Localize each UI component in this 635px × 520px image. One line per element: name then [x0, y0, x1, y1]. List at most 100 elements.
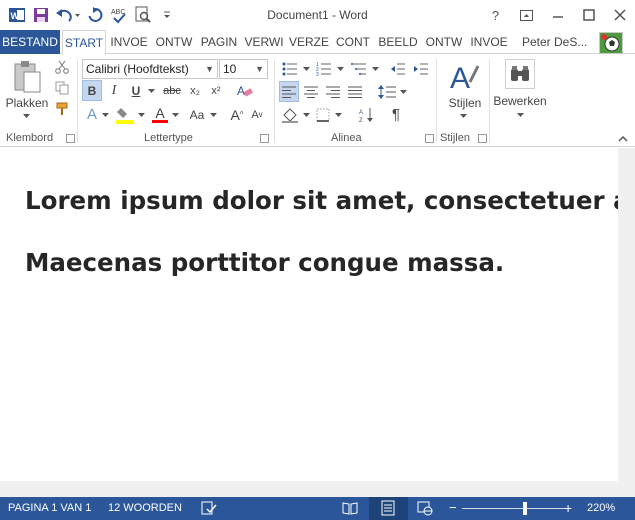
align-center-icon[interactable]: [301, 81, 321, 102]
proofing-icon[interactable]: [201, 500, 217, 519]
ribbon-tabs: BESTAND START INVOE ONTW PAGIN VERWI VER…: [0, 30, 635, 74]
avatar[interactable]: [599, 32, 623, 54]
tab-view[interactable]: BEELD: [376, 30, 420, 54]
text-effects-dropdown-icon[interactable]: [100, 104, 110, 125]
tab-references[interactable]: VERWI: [242, 30, 286, 54]
read-mode-icon[interactable]: [342, 500, 358, 519]
subscript-button[interactable]: x₂: [185, 80, 205, 101]
strikethrough-button[interactable]: abc: [160, 80, 184, 101]
font-name-value: Calibri (Hoofdtekst): [86, 62, 189, 76]
close-icon[interactable]: [604, 0, 635, 30]
shading-icon[interactable]: [279, 104, 301, 125]
print-layout-icon[interactable]: [380, 500, 396, 519]
zoom-slider[interactable]: [462, 508, 566, 509]
document-paragraph[interactable]: Maecenas porttitor congue massa.: [25, 248, 504, 277]
font-launcher-icon[interactable]: [260, 134, 269, 143]
cut-icon[interactable]: [53, 59, 71, 75]
format-painter-icon[interactable]: [53, 101, 71, 117]
word-count[interactable]: 12 WOORDEN: [108, 502, 182, 514]
tab-file[interactable]: BESTAND: [0, 30, 60, 54]
change-case-button[interactable]: Aa: [185, 104, 209, 125]
vertical-scrollbar[interactable]: [618, 148, 635, 497]
highlight-color-icon[interactable]: [114, 104, 136, 125]
web-layout-icon[interactable]: [417, 500, 433, 519]
underline-button[interactable]: U: [126, 80, 146, 101]
font-color-glyph: A: [155, 105, 165, 121]
shrink-font-label: A: [251, 108, 259, 121]
numbering-icon[interactable]: 123: [313, 59, 335, 79]
bullets-dropdown-icon[interactable]: [301, 59, 311, 79]
superscript-button[interactable]: x²: [206, 80, 226, 101]
tab-insert[interactable]: INVOE: [108, 30, 150, 54]
chevron-down-icon[interactable]: ▼: [205, 60, 214, 78]
tab-home[interactable]: START: [62, 30, 106, 55]
zoom-in-button[interactable]: +: [564, 500, 572, 516]
user-name[interactable]: Peter DeS...: [522, 30, 587, 54]
styles-button[interactable]: Stijlen: [444, 95, 486, 111]
document-paragraph[interactable]: Lorem ipsum dolor sit amet, consectetuer…: [25, 186, 618, 215]
borders-icon[interactable]: [313, 104, 333, 125]
zoom-slider-thumb[interactable]: [523, 502, 527, 515]
zoom-level[interactable]: 220%: [587, 502, 615, 514]
font-size-combobox[interactable]: 10 ▼: [219, 59, 268, 79]
align-left-icon[interactable]: [279, 81, 299, 102]
tab-mailings[interactable]: VERZE: [288, 30, 330, 54]
font-color-dropdown-icon[interactable]: [170, 104, 180, 125]
font-size-value: 10: [223, 62, 237, 76]
text-effects-button[interactable]: A: [84, 104, 100, 125]
multilevel-dropdown-icon[interactable]: [370, 59, 380, 79]
page-count[interactable]: PAGINA 1 VAN 1: [8, 502, 91, 514]
shrink-font-button[interactable]: Av: [248, 104, 266, 125]
ribbon: Plakken Klembord Calibri (Hoofdtekst) ▼ …: [0, 55, 635, 147]
editing-button[interactable]: Bewerken: [492, 93, 548, 109]
font-name-combobox[interactable]: Calibri (Hoofdtekst) ▼: [82, 59, 218, 79]
font-color-button[interactable]: A: [150, 104, 170, 125]
document-page[interactable]: Lorem ipsum dolor sit amet, consectetuer…: [0, 148, 618, 481]
change-case-dropdown-icon[interactable]: [208, 104, 218, 125]
paragraph-launcher-icon[interactable]: [425, 134, 434, 143]
tab-review[interactable]: CONT: [332, 30, 374, 54]
copy-icon[interactable]: [53, 80, 71, 96]
show-formatting-button[interactable]: ¶: [386, 104, 406, 125]
collapse-ribbon-icon[interactable]: [616, 133, 630, 145]
bold-button[interactable]: B: [82, 80, 102, 101]
line-spacing-dropdown-icon[interactable]: [398, 81, 408, 102]
paste-button[interactable]: Plakken: [4, 95, 50, 111]
grow-font-button[interactable]: A ^: [228, 104, 246, 125]
styles-dropdown-icon[interactable]: [457, 111, 469, 121]
tab-addins[interactable]: INVOE: [468, 30, 510, 54]
tab-design[interactable]: ONTW: [152, 30, 196, 54]
italic-button[interactable]: I: [104, 80, 124, 101]
sort-icon[interactable]: AZ: [357, 104, 377, 125]
svg-text:A: A: [359, 110, 363, 116]
increase-indent-icon[interactable]: [411, 59, 431, 79]
minimize-icon[interactable]: [542, 0, 573, 30]
clipboard-launcher-icon[interactable]: [66, 134, 75, 143]
tab-developer[interactable]: ONTW: [422, 30, 466, 54]
zoom-out-button[interactable]: −: [449, 500, 457, 515]
highlight-dropdown-icon[interactable]: [136, 104, 146, 125]
align-right-icon[interactable]: [323, 81, 343, 102]
svg-text:A: A: [450, 62, 470, 94]
clear-formatting-icon[interactable]: A: [234, 80, 256, 101]
styles-launcher-icon[interactable]: [478, 134, 487, 143]
justify-icon[interactable]: [345, 81, 365, 102]
bullets-icon[interactable]: [279, 59, 301, 79]
tab-page-layout[interactable]: PAGIN: [198, 30, 240, 54]
borders-dropdown-icon[interactable]: [333, 104, 343, 125]
multilevel-list-icon[interactable]: [348, 59, 370, 79]
editing-dropdown-icon[interactable]: [514, 110, 526, 120]
shading-dropdown-icon[interactable]: [301, 104, 311, 125]
chevron-down-icon[interactable]: ▼: [255, 60, 264, 78]
help-button[interactable]: ?: [480, 0, 511, 30]
paste-icon[interactable]: [10, 59, 44, 95]
line-spacing-icon[interactable]: [376, 81, 398, 102]
styles-icon[interactable]: A: [446, 59, 482, 95]
paste-dropdown-icon[interactable]: [20, 111, 32, 121]
maximize-icon[interactable]: [573, 0, 604, 30]
binoculars-icon[interactable]: [505, 59, 535, 89]
ribbon-display-options-icon[interactable]: [511, 0, 542, 30]
underline-dropdown-icon[interactable]: [146, 80, 156, 101]
numbering-dropdown-icon[interactable]: [335, 59, 345, 79]
decrease-indent-icon[interactable]: [388, 59, 408, 79]
